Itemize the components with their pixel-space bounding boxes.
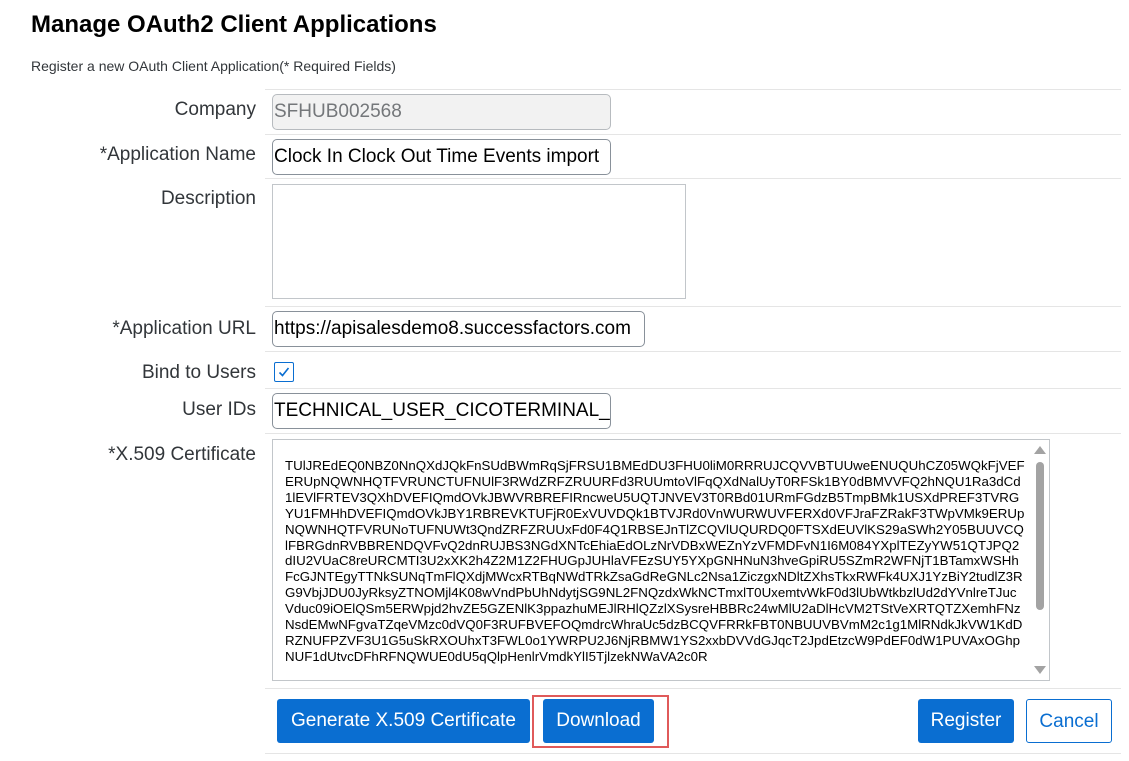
register-button[interactable]: Register bbox=[918, 699, 1014, 743]
application-url-row: *Application URL https://apisalesdemo8.s… bbox=[0, 306, 1129, 351]
company-field: SFHUB002568 bbox=[272, 94, 611, 130]
company-row: Company SFHUB002568 bbox=[0, 89, 1129, 134]
company-cell: SFHUB002568 bbox=[265, 89, 1121, 134]
description-cell bbox=[265, 178, 1121, 306]
page-title: Manage OAuth2 Client Applications bbox=[31, 11, 437, 38]
bind-to-users-label: Bind to Users bbox=[141, 362, 256, 383]
application-url-label: *Application URL bbox=[112, 318, 256, 339]
description-label: Description bbox=[160, 188, 256, 209]
user-ids-row: User IDs TECHNICAL_USER_CICOTERMINAL_9 bbox=[0, 388, 1129, 433]
checkmark-icon bbox=[278, 367, 290, 377]
download-highlight-box bbox=[532, 695, 669, 748]
application-name-field[interactable]: Clock In Clock Out Time Events import bbox=[272, 139, 611, 175]
description-row: Description bbox=[0, 178, 1129, 306]
page-subtitle: Register a new OAuth Client Application(… bbox=[31, 58, 396, 74]
application-url-cell: https://apisalesdemo8.successfactors.com bbox=[265, 306, 1121, 351]
application-name-row: *Application Name Clock In Clock Out Tim… bbox=[0, 134, 1129, 178]
certificate-cell: TUlJREdEQ0NBZ0NnQXdJQkFnSUdBWmRqSjFRSU1B… bbox=[265, 433, 1121, 688]
generate-certificate-button[interactable]: Generate X.509 Certificate bbox=[277, 699, 530, 743]
application-url-field[interactable]: https://apisalesdemo8.successfactors.com bbox=[272, 311, 645, 347]
oauth-registration-page: Manage OAuth2 Client Applications Regist… bbox=[0, 0, 1129, 761]
cancel-button[interactable]: Cancel bbox=[1026, 699, 1112, 743]
description-textarea[interactable] bbox=[272, 184, 686, 299]
scroll-thumb[interactable] bbox=[1036, 462, 1044, 610]
company-label: Company bbox=[174, 99, 256, 120]
certificate-row: *X.509 Certificate TUlJREdEQ0NBZ0NnQXdJQ… bbox=[0, 433, 1129, 688]
certificate-label: *X.509 Certificate bbox=[108, 444, 256, 465]
bind-to-users-cell bbox=[265, 351, 1121, 388]
certificate-textarea[interactable]: TUlJREdEQ0NBZ0NnQXdJQkFnSUdBWmRqSjFRSU1B… bbox=[272, 439, 1050, 681]
scroll-down-arrow-icon[interactable] bbox=[1034, 666, 1046, 674]
bind-to-users-row: Bind to Users bbox=[0, 351, 1129, 388]
scroll-up-arrow-icon[interactable] bbox=[1034, 446, 1046, 454]
action-button-bar: Generate X.509 Certificate Download Regi… bbox=[265, 688, 1121, 754]
certificate-scrollbar[interactable] bbox=[1033, 442, 1047, 678]
application-name-label: *Application Name bbox=[99, 144, 256, 165]
user-ids-field[interactable]: TECHNICAL_USER_CICOTERMINAL_9 bbox=[272, 393, 611, 429]
application-name-cell: Clock In Clock Out Time Events import bbox=[265, 134, 1121, 178]
user-ids-cell: TECHNICAL_USER_CICOTERMINAL_9 bbox=[265, 388, 1121, 433]
certificate-text: TUlJREdEQ0NBZ0NnQXdJQkFnSUdBWmRqSjFRSU1B… bbox=[285, 458, 1025, 664]
user-ids-label: User IDs bbox=[182, 399, 256, 420]
bind-to-users-checkbox[interactable] bbox=[274, 362, 294, 382]
